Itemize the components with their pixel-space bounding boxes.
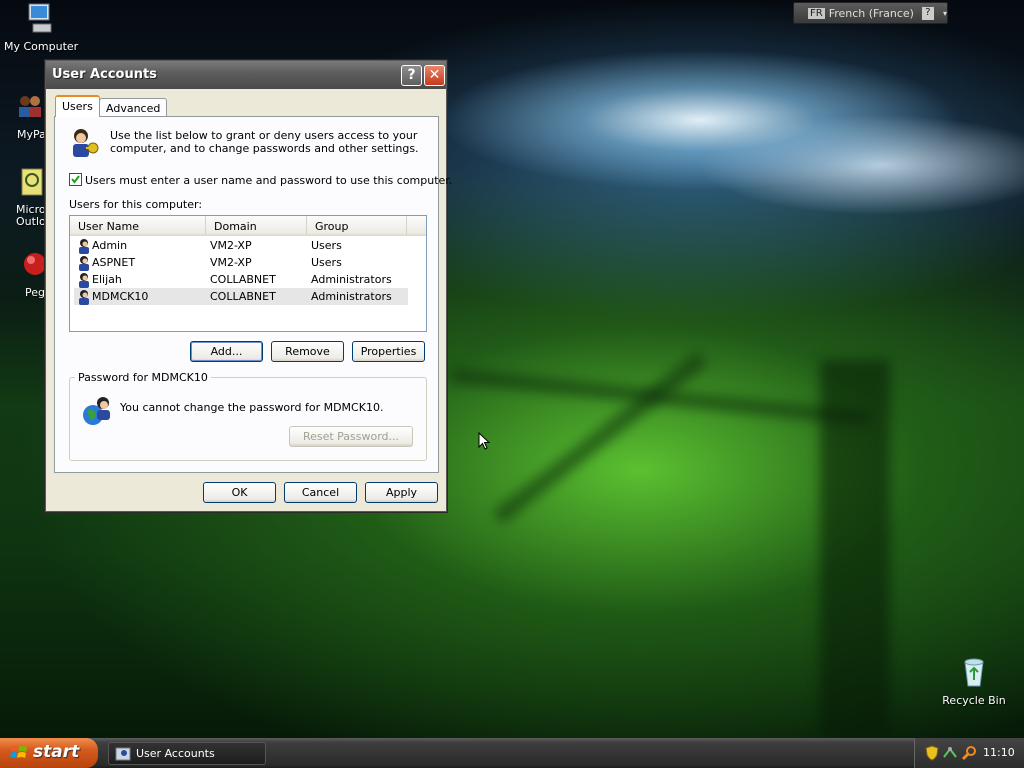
must-login-label[interactable]: Users must enter a user name and passwor…: [85, 174, 452, 187]
user-icon: [79, 290, 89, 305]
clock[interactable]: 11:10: [983, 746, 1015, 759]
language-name[interactable]: French (France): [829, 7, 914, 20]
search-icon[interactable]: [961, 745, 977, 761]
people-icon: [19, 96, 41, 117]
table-row-selected[interactable]: MDMCK10 COLLABNET Administrators: [74, 288, 408, 305]
system-tray: 11:10: [914, 738, 1024, 768]
intro-text: Use the list below to grant or deny user…: [110, 129, 419, 155]
taskbar-item-user-accounts[interactable]: User Accounts: [108, 742, 266, 765]
dialog-titlebar[interactable]: User Accounts ? ✕: [46, 61, 446, 89]
recycle-bin-icon: [964, 658, 984, 687]
language-code-badge: FR: [808, 7, 825, 19]
globe-user-icon: [83, 397, 110, 425]
taskbar: start User Accounts 11:10: [0, 738, 1024, 768]
table-row[interactable]: ASPNET VM2-XP Users: [74, 254, 408, 271]
mypa-desktop-icon[interactable]: MyPa: [10, 92, 50, 141]
start-button[interactable]: start: [0, 738, 98, 768]
cell-group: Administrators: [311, 273, 392, 286]
password-group-label: Password for MDMCK10: [75, 371, 211, 384]
cell-user-name: MDMCK10: [92, 290, 149, 303]
cell-user-name: ASPNET: [92, 256, 136, 269]
reset-password-button[interactable]: Reset Password...: [289, 426, 413, 447]
user-icon: [79, 273, 89, 288]
my-computer-desktop-icon[interactable]: My Computer: [4, 2, 79, 53]
close-button[interactable]: ✕: [424, 65, 445, 86]
recycle-bin-desktop-icon[interactable]: Recycle Bin: [940, 656, 1008, 707]
add-user-button[interactable]: Add...: [190, 341, 263, 362]
checkmark-icon: [71, 175, 80, 184]
password-group-box: [69, 377, 427, 461]
help-button[interactable]: ?: [401, 65, 422, 86]
user-icon: [79, 256, 89, 271]
user-keys-icon: [73, 129, 99, 157]
desktop-icon-label: Peg: [25, 286, 45, 299]
language-bar-menu-icon[interactable]: ▾: [943, 9, 947, 18]
column-header-user-name[interactable]: User Name: [70, 216, 206, 236]
wallpaper-shadow: [820, 360, 890, 738]
language-help-icon[interactable]: ?: [921, 6, 934, 20]
cell-user-name: Elijah: [92, 273, 122, 286]
users-list[interactable]: User Name Domain Group Admin VM2-XP User…: [69, 215, 427, 332]
must-login-checkbox[interactable]: [69, 173, 82, 186]
properties-button[interactable]: Properties: [352, 341, 425, 362]
network-icon[interactable]: [942, 745, 958, 761]
table-row[interactable]: Admin VM2-XP Users: [74, 237, 408, 254]
ok-button[interactable]: OK: [203, 482, 276, 503]
column-header-filler: [407, 216, 426, 236]
computer-icon: [28, 3, 52, 33]
cell-group: Users: [311, 256, 342, 269]
cell-domain: VM2-XP: [210, 239, 252, 252]
cell-user-name: Admin: [92, 239, 128, 252]
cell-domain: COLLABNET: [210, 273, 276, 286]
cell-domain: VM2-XP: [210, 256, 252, 269]
windows-logo-icon: [10, 746, 27, 758]
users-list-label: Users for this computer:: [69, 198, 203, 211]
table-row[interactable]: Elijah COLLABNET Administrators: [74, 271, 408, 288]
tab-advanced[interactable]: Advanced: [99, 98, 168, 117]
start-label: start: [33, 742, 80, 762]
peg-desktop-icon[interactable]: Peg: [18, 250, 48, 299]
desktop-icon-label: Recycle Bin: [942, 694, 1006, 707]
taskbar-item-label: User Accounts: [136, 747, 215, 760]
column-header-domain[interactable]: Domain: [206, 216, 307, 236]
user-accounts-dialog: User Accounts ? ✕ Users Advanced Use the…: [45, 60, 452, 512]
remove-user-button[interactable]: Remove: [271, 341, 344, 362]
red-ball-icon: [24, 253, 46, 275]
apply-button[interactable]: Apply: [365, 482, 438, 503]
cell-domain: COLLABNET: [210, 290, 276, 303]
desktop-icon-label: MyPa: [17, 128, 46, 141]
desktop-icon-label: MicrosOutlo: [16, 203, 46, 228]
user-accounts-task-icon: [115, 747, 131, 761]
security-shield-icon[interactable]: [925, 745, 939, 761]
mouse-cursor-icon: [478, 432, 490, 450]
desktop-icon-label: My Computer: [4, 40, 79, 53]
dialog-title: User Accounts: [52, 67, 157, 82]
password-message: You cannot change the password for MDMCK…: [120, 401, 384, 414]
outlook-desktop-icon[interactable]: MicrosOutlo: [14, 168, 46, 228]
cell-group: Administrators: [311, 290, 392, 303]
outlook-icon: [21, 168, 43, 196]
language-bar[interactable]: FR French (France) ? ▾: [793, 2, 948, 24]
user-icon: [79, 239, 89, 254]
tab-users[interactable]: Users: [55, 95, 100, 117]
users-tab-panel: Use the list below to grant or deny user…: [54, 116, 452, 473]
cancel-button[interactable]: Cancel: [284, 482, 357, 503]
cell-group: Users: [311, 239, 342, 252]
column-header-group[interactable]: Group: [307, 216, 407, 236]
